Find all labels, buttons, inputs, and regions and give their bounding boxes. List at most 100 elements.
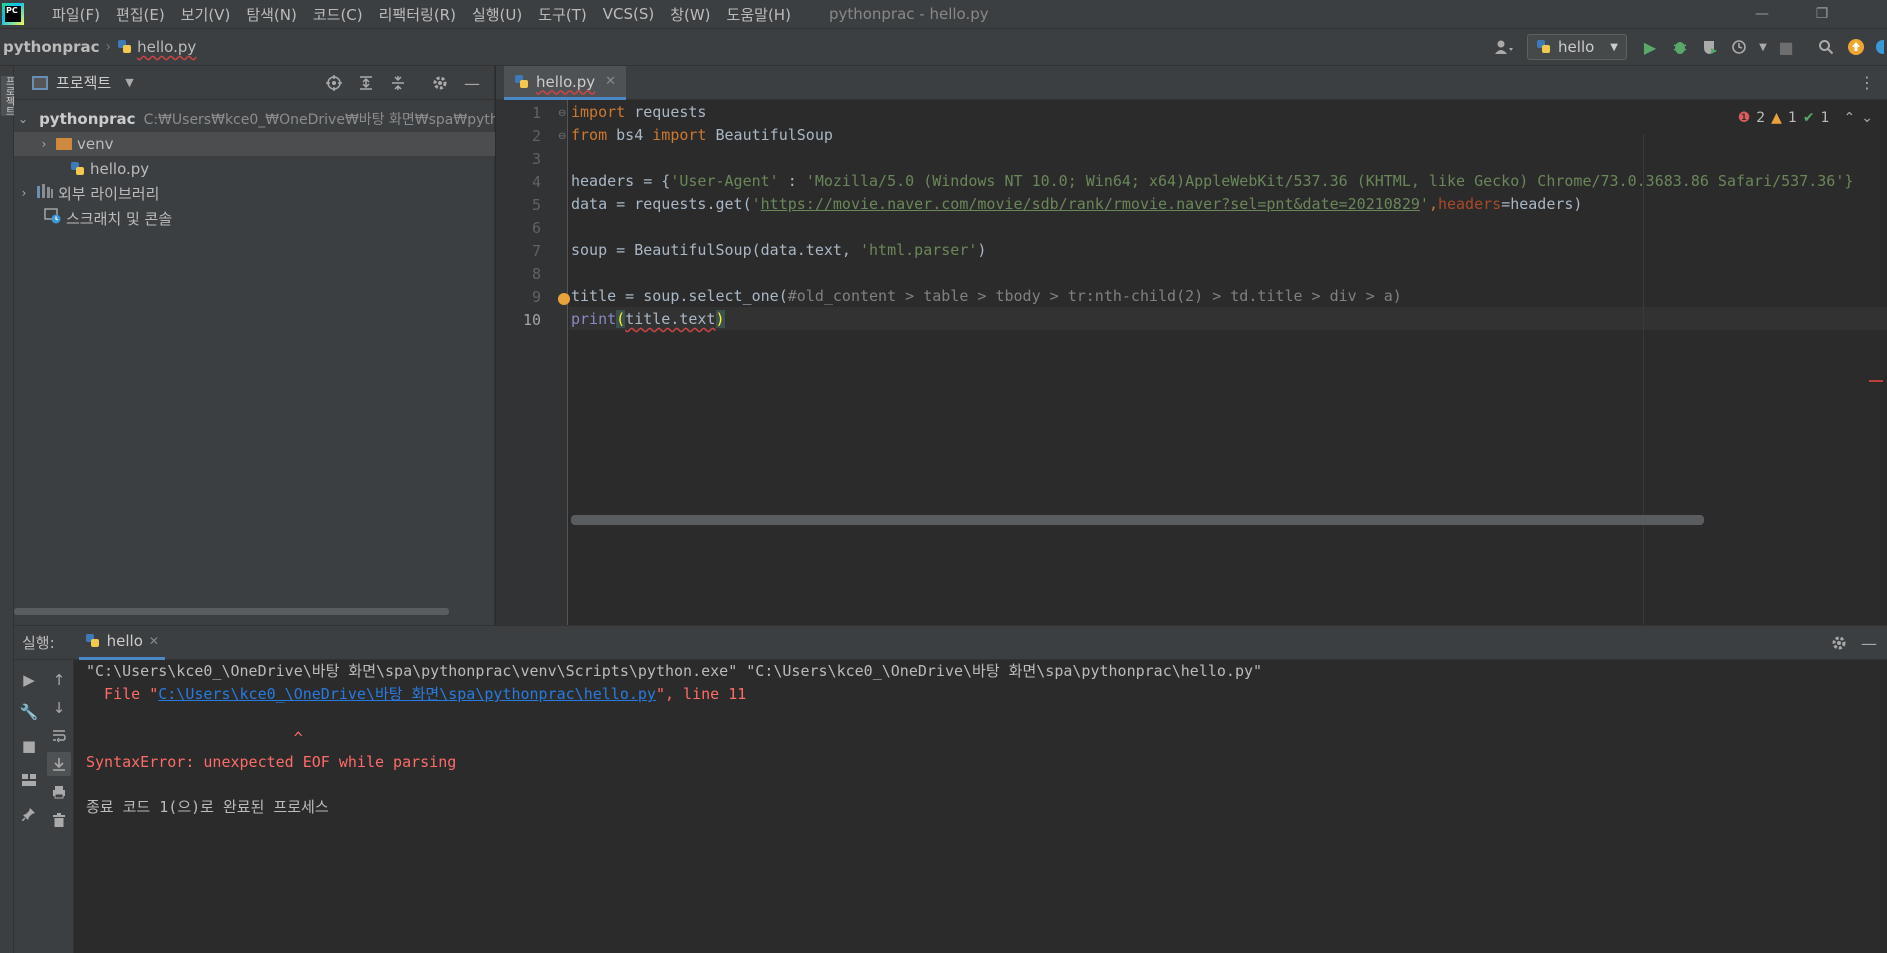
menu-code[interactable]: 코드(C) (305, 4, 371, 25)
menu-vcs[interactable]: VCS(S) (595, 5, 662, 23)
profile-icon[interactable] (1725, 33, 1755, 61)
chevron-down-icon[interactable]: ⌄ (18, 112, 28, 126)
arrow-up-icon[interactable]: ↑ (47, 668, 71, 692)
tree-item-project-root[interactable]: ⌄ pythonprac C:₩Users₩kce0_₩OneDrive₩바탕 … (14, 107, 495, 131)
breadcrumb-file[interactable]: hello.py (137, 38, 196, 56)
wrench-icon[interactable]: 🔧 (17, 700, 41, 724)
chevron-right-icon[interactable]: › (18, 186, 30, 200)
menu-refactor[interactable]: 리팩터링(R) (371, 4, 464, 25)
previous-highlight-icon[interactable]: ⌃ (1844, 110, 1856, 126)
collapse-all-icon[interactable] (384, 69, 412, 97)
print-icon[interactable] (47, 780, 71, 804)
menu-run[interactable]: 실행(U) (464, 4, 530, 25)
menu-navigate[interactable]: 탐색(N) (238, 4, 305, 25)
editor-tab-bar: hello.py ✕ ⋮ (496, 66, 1887, 100)
menu-window[interactable]: 창(W) (662, 4, 718, 25)
horizontal-scrollbar[interactable] (571, 515, 1704, 525)
inspections-widget[interactable]: ❶ 2 ▲ 1 ✔ 1 ⌃ ⌄ (1738, 110, 1873, 126)
console-traceback-line: File "C:\Users\kce0_\OneDrive\바탕 화면\spa\… (86, 683, 746, 705)
menu-tools[interactable]: 도구(T) (530, 4, 594, 25)
stop-icon[interactable]: ■ (17, 734, 41, 758)
soft-wrap-icon[interactable] (47, 724, 71, 748)
gear-icon[interactable] (426, 69, 454, 97)
run-panel-header: 실행: hello ✕ — (14, 626, 1887, 660)
line-number: 9 (531, 288, 541, 306)
code-editor: hello.py ✕ ⋮ 1 2 3 4 5 6 7 8 9 10 ⊖ ⊖ im… (496, 66, 1887, 625)
string-literal: ' (751, 195, 761, 213)
layout-icon[interactable] (17, 768, 41, 792)
project-view-icon (32, 75, 48, 90)
fold-marker-icon[interactable]: ⊖ (558, 108, 566, 119)
code-text-area[interactable]: import requests from bs4 import Beautifu… (569, 100, 1887, 625)
code-line: title = soup.select_one(#old_content > t… (571, 285, 1402, 308)
run-icon[interactable]: ▶ (1635, 33, 1665, 61)
chevron-right-icon[interactable]: › (38, 137, 50, 151)
expand-all-icon[interactable] (352, 69, 380, 97)
code-text: BeautifulSoup (706, 126, 833, 144)
python-file-icon (117, 39, 133, 55)
tab-hello-py[interactable]: hello.py ✕ (504, 66, 627, 100)
code-text: ) (977, 241, 987, 259)
debug-icon[interactable] (1665, 33, 1695, 61)
horizontal-scrollbar[interactable] (14, 608, 449, 615)
code-text: title = soup.select_one( (571, 287, 788, 305)
line-number-current: 10 (522, 311, 541, 329)
scroll-to-end-icon[interactable] (47, 752, 71, 776)
more-options-icon[interactable]: ⋮ (1859, 73, 1875, 92)
breadcrumb-separator-icon: › (105, 39, 112, 55)
tree-item-scratches[interactable]: 스크래치 및 콘솔 (14, 206, 495, 230)
line-number: 6 (531, 219, 541, 237)
run-tool-window: 실행: hello ✕ — ▶ 🔧 ■ ↑ ↓ "C:\Users\kce0_\… (14, 625, 1887, 953)
chevron-down-icon[interactable]: ▼ (125, 76, 133, 89)
locate-file-icon[interactable] (320, 69, 348, 97)
logo-text: PC (5, 6, 21, 22)
right-margin-guide (1643, 134, 1644, 625)
console-text: ", line 11 (655, 685, 747, 703)
tree-item-venv[interactable]: › venv (14, 132, 495, 156)
error-icon: ❶ (1737, 110, 1751, 126)
tree-item-hello-py[interactable]: hello.py (14, 157, 495, 181)
fold-marker-icon[interactable]: ⊖ (558, 131, 566, 142)
menu-view[interactable]: 보기(V) (173, 4, 239, 25)
error-stripe-mark[interactable] (1869, 380, 1883, 382)
tab-label: hello.py (536, 72, 596, 91)
menu-help[interactable]: 도움말(H) (719, 4, 799, 25)
console-output[interactable]: "C:\Users\kce0_\OneDrive\바탕 화면\spa\pytho… (86, 660, 1887, 953)
run-configuration-selector[interactable]: hello ▼ (1527, 34, 1627, 60)
close-icon[interactable]: ✕ (149, 634, 159, 648)
minimize-button[interactable]: — (1734, 0, 1790, 28)
string-literal: 'User-Agent' (670, 172, 779, 190)
menu-bar: PC 파일(F) 편집(E) 보기(V) 탐색(N) 코드(C) 리팩터링(R)… (0, 0, 1887, 28)
gear-icon[interactable] (1825, 629, 1853, 657)
search-icon[interactable] (1811, 33, 1841, 61)
hide-panel-icon[interactable]: — (458, 69, 486, 97)
restore-button[interactable]: ❐ (1794, 0, 1850, 28)
code-text: requests (625, 103, 707, 121)
arrow-down-icon[interactable]: ↓ (47, 696, 71, 720)
next-highlight-icon[interactable]: ⌄ (1861, 110, 1873, 126)
code-line: headers = {'User-Agent' : 'Mozilla/5.0 (… (571, 170, 1853, 193)
menu-edit[interactable]: 편집(E) (108, 4, 173, 25)
menu-file[interactable]: 파일(F) (44, 4, 108, 25)
user-account-icon[interactable] (1489, 33, 1519, 61)
trash-icon[interactable] (47, 808, 71, 832)
navigation-bar: pythonprac › hello.py hello ▼ ▶ ▼ ■ (0, 28, 1887, 66)
line-number: 4 (531, 173, 541, 191)
plugin-icon[interactable] (1871, 33, 1887, 61)
tree-item-external-libraries[interactable]: › 외부 라이브러리 (14, 181, 495, 205)
window-title: pythonprac - hello.py (828, 5, 989, 23)
pin-icon[interactable] (17, 802, 41, 826)
url-link[interactable]: https://movie.naver.com/movie/sdb/rank/r… (761, 195, 1420, 213)
more-run-options-icon[interactable]: ▼ (1755, 33, 1771, 61)
code-text: : (778, 172, 806, 190)
breadcrumb-project[interactable]: pythonprac (3, 38, 100, 56)
project-panel-title[interactable]: 프로젝트 (56, 72, 111, 93)
run-tab-hello[interactable]: hello ✕ (78, 626, 165, 660)
run-with-coverage-icon[interactable] (1695, 33, 1725, 61)
update-icon[interactable] (1841, 33, 1871, 61)
traceback-file-link[interactable]: C:\Users\kce0_\OneDrive\바탕 화면\spa\python… (158, 685, 656, 703)
close-icon[interactable]: ✕ (605, 74, 616, 89)
stop-icon[interactable]: ■ (1771, 33, 1801, 61)
hide-panel-icon[interactable]: — (1855, 629, 1883, 657)
rerun-icon[interactable]: ▶ (17, 668, 41, 692)
